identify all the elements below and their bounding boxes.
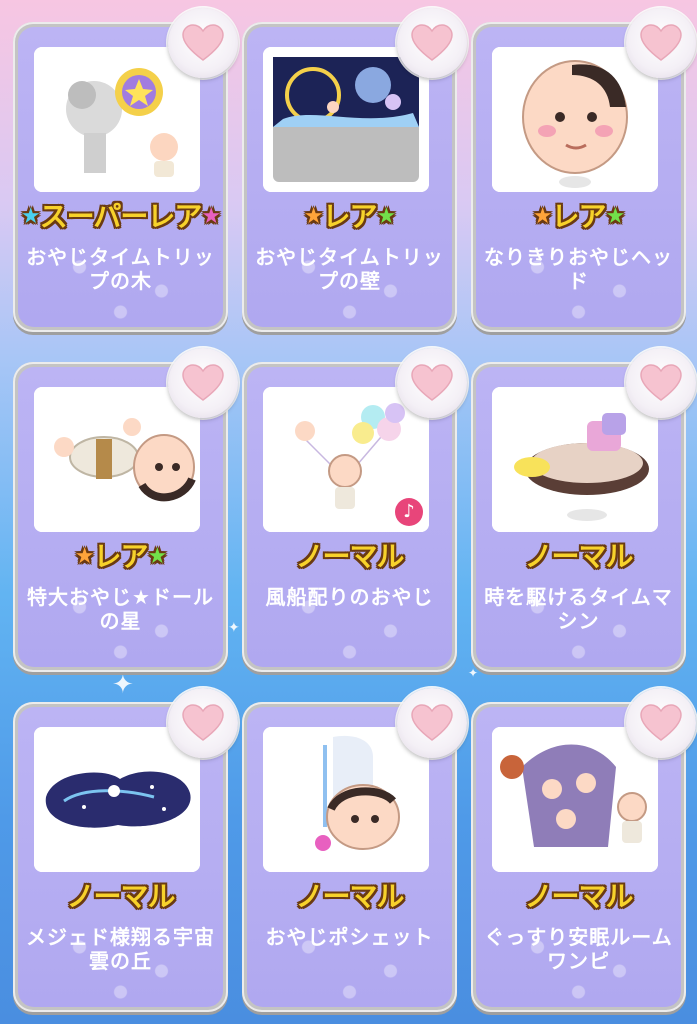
item-card[interactable]: ♪ ノーマル 風船配りのおやじ bbox=[242, 348, 467, 672]
item-name: ぐっすり安眠ルームワンピ bbox=[484, 925, 673, 973]
item-thumbnail bbox=[492, 727, 658, 872]
heart-icon bbox=[411, 364, 453, 401]
rarity-badge: ノーマル bbox=[524, 880, 633, 913]
item-card[interactable]: ノーマル おやじポシェット bbox=[242, 688, 467, 1012]
doll-icon bbox=[34, 387, 200, 532]
item-thumbnail bbox=[492, 387, 658, 532]
item-name: 風船配りのおやじ bbox=[265, 585, 434, 609]
item-thumbnail bbox=[34, 387, 200, 532]
item-thumbnail bbox=[34, 47, 200, 192]
heart-icon bbox=[640, 24, 682, 61]
heart-icon bbox=[640, 364, 682, 401]
favorite-button[interactable] bbox=[397, 348, 467, 418]
item-name: おやじタイムトリップの木 bbox=[26, 245, 215, 293]
item-name: おやじタイムトリップの壁 bbox=[255, 245, 444, 293]
wall-icon bbox=[263, 47, 429, 192]
item-name: おやじポシェット bbox=[265, 925, 434, 949]
item-card[interactable]: ★レア★ 特大おやじ★ドールの星 bbox=[13, 348, 238, 672]
item-card[interactable]: ノーマル ぐっすり安眠ルームワンピ bbox=[471, 688, 696, 1012]
rarity-badge: ★レア★ bbox=[74, 540, 167, 573]
space-cloud-icon bbox=[34, 727, 200, 872]
favorite-button[interactable] bbox=[626, 8, 696, 78]
rarity-badge: ★レア★ bbox=[303, 200, 396, 233]
item-card[interactable]: ★レア★ なりきりおやじヘッド bbox=[471, 8, 696, 332]
item-thumbnail bbox=[263, 47, 429, 192]
rarity-badge: ノーマル bbox=[295, 540, 404, 573]
heart-icon bbox=[640, 704, 682, 741]
favorite-button[interactable] bbox=[397, 688, 467, 758]
item-thumbnail bbox=[492, 47, 658, 192]
heart-icon bbox=[411, 704, 453, 741]
time-machine-icon bbox=[492, 387, 658, 532]
heart-icon bbox=[182, 364, 224, 401]
head-icon bbox=[492, 47, 658, 192]
favorite-button[interactable] bbox=[168, 348, 238, 418]
tree-icon bbox=[34, 47, 200, 192]
pochette-icon bbox=[263, 727, 429, 872]
rarity-badge: ノーマル bbox=[66, 880, 175, 913]
favorite-button[interactable] bbox=[397, 8, 467, 78]
rarity-badge: ノーマル bbox=[295, 880, 404, 913]
item-grid: ★スーパーレア★ おやじタイムトリップの木 ★レア★ おやじタイムトリップの壁 … bbox=[13, 8, 696, 1022]
heart-icon bbox=[411, 24, 453, 61]
item-name: なりきりおやじヘッド bbox=[484, 245, 673, 293]
item-card[interactable]: ノーマル 時を駆けるタイムマシン bbox=[471, 348, 696, 672]
favorite-button[interactable] bbox=[168, 688, 238, 758]
item-name: 時を駆けるタイムマシン bbox=[484, 585, 673, 633]
item-name: 特大おやじ★ドールの星 bbox=[27, 585, 214, 633]
rarity-badge: ★スーパーレア★ bbox=[20, 200, 221, 233]
favorite-button[interactable] bbox=[626, 348, 696, 418]
item-thumbnail bbox=[34, 727, 200, 872]
pajama-icon bbox=[492, 727, 658, 872]
item-name: メジェド様翔る宇宙雲の丘 bbox=[26, 925, 215, 973]
item-thumbnail bbox=[263, 727, 429, 872]
item-thumbnail: ♪ bbox=[263, 387, 429, 532]
heart-icon bbox=[182, 24, 224, 61]
rarity-badge: ノーマル bbox=[524, 540, 633, 573]
favorite-button[interactable] bbox=[626, 688, 696, 758]
heart-icon bbox=[182, 704, 224, 741]
favorite-button[interactable] bbox=[168, 8, 238, 78]
music-note-icon: ♪ bbox=[395, 498, 423, 526]
item-card[interactable]: ★スーパーレア★ おやじタイムトリップの木 bbox=[13, 8, 238, 332]
item-card[interactable]: ★レア★ おやじタイムトリップの壁 bbox=[242, 8, 467, 332]
item-card[interactable]: ノーマル メジェド様翔る宇宙雲の丘 bbox=[13, 688, 238, 1012]
rarity-badge: ★レア★ bbox=[532, 200, 625, 233]
